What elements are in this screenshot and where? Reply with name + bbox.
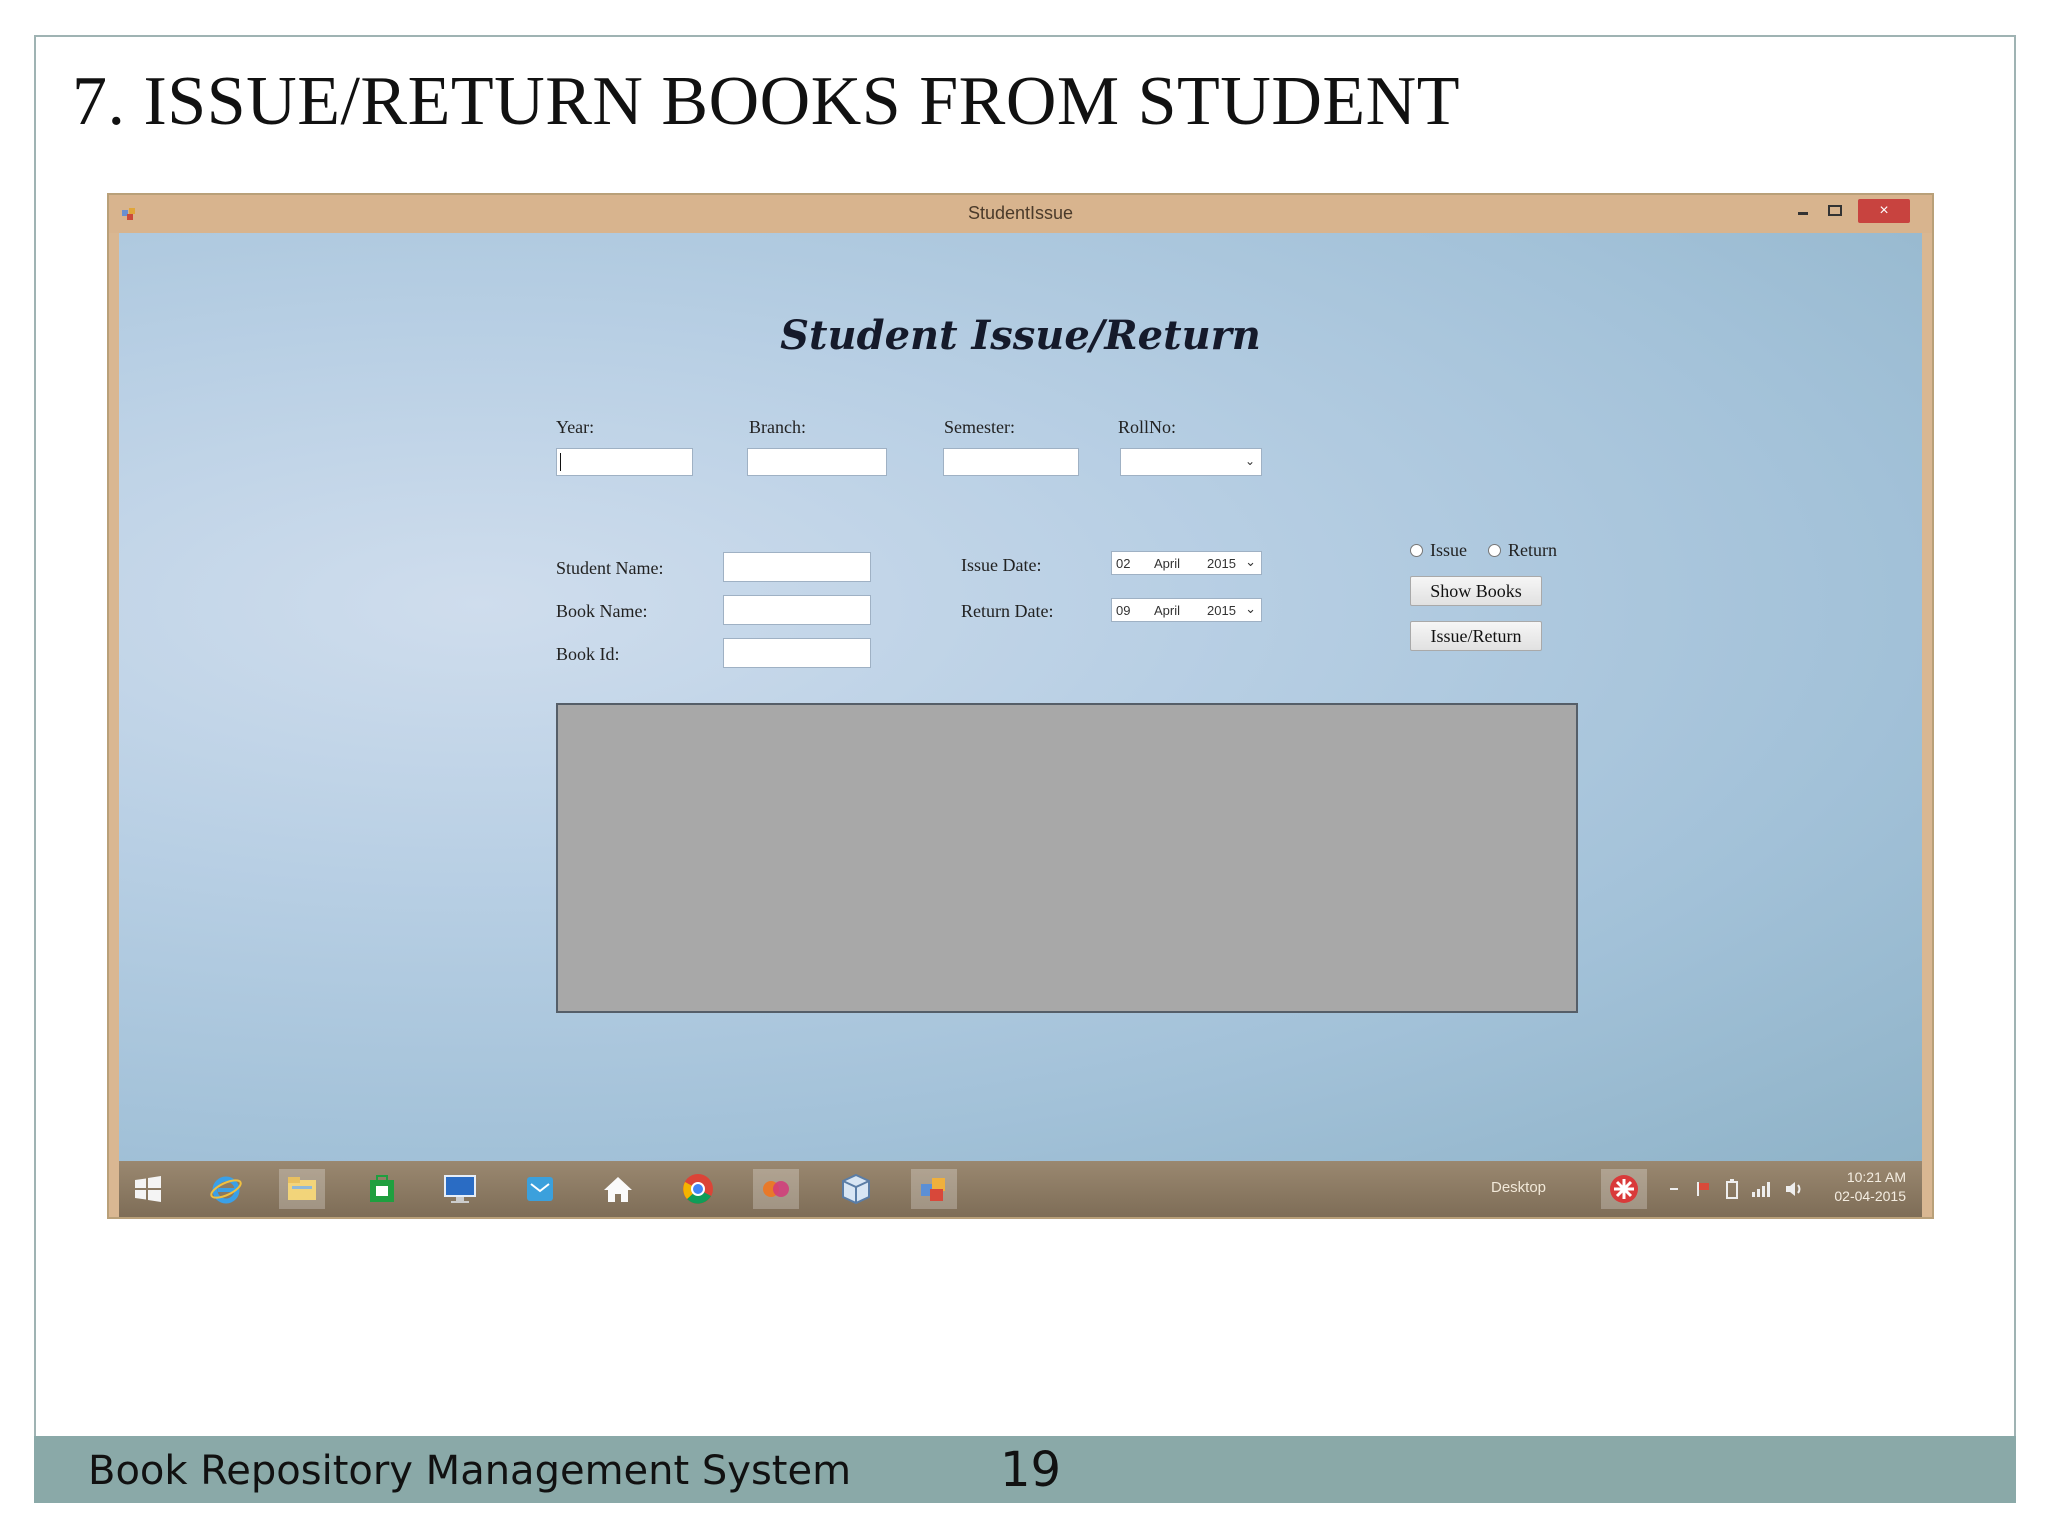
issue-date-month: April	[1154, 556, 1181, 571]
year-input[interactable]	[556, 448, 693, 476]
slide-title: 7. ISSUE/RETURN BOOKS FROM STUDENT	[72, 63, 1460, 140]
form-app-icon[interactable]	[911, 1169, 957, 1209]
branch-label: Branch:	[749, 417, 806, 437]
issue-date-label: Issue Date:	[961, 555, 1042, 575]
return-radio-label: Return	[1508, 540, 1557, 560]
chevron-down-icon: ⌄	[1244, 454, 1255, 468]
form-heading: Student Issue/Return	[780, 312, 1261, 359]
app-screenshot: StudentIssue × Student Issue/Return Year…	[107, 193, 1934, 1219]
show-hidden-icons-icon[interactable]	[1661, 1169, 1687, 1209]
semester-label: Semester:	[944, 417, 1015, 437]
return-date-day: 09	[1116, 603, 1131, 618]
issue-date-day: 02	[1116, 556, 1131, 571]
text-caret	[560, 453, 561, 471]
return-date-month: April	[1154, 603, 1181, 618]
network-icon[interactable]	[1747, 1169, 1777, 1209]
issue-date-year: 2015	[1207, 556, 1236, 571]
student-name-label: Student Name:	[556, 558, 664, 578]
file-explorer-icon[interactable]	[279, 1169, 325, 1209]
taskbar: Desktop 10:21 AM 02-04-2015	[119, 1161, 1922, 1217]
form-client-area: Student Issue/Return Year: Branch: Semes…	[119, 233, 1922, 1161]
window-titlebar[interactable]: StudentIssue ×	[109, 195, 1932, 233]
branch-input[interactable]	[747, 448, 887, 476]
internet-explorer-icon[interactable]	[203, 1169, 249, 1209]
return-date-picker[interactable]: 09 April 2015 ⌄	[1111, 598, 1262, 622]
rollno-label: RollNo:	[1118, 417, 1177, 437]
media-icon[interactable]	[753, 1169, 799, 1209]
window-title: StudentIssue	[967, 203, 1074, 223]
action-center-flag-icon[interactable]	[1691, 1169, 1717, 1209]
student-name-input[interactable]	[723, 552, 871, 582]
store-icon[interactable]	[359, 1169, 405, 1209]
home-icon[interactable]	[595, 1169, 641, 1209]
battery-icon	[1719, 1169, 1745, 1209]
chevron-down-icon: ⌄	[1245, 601, 1256, 616]
close-button[interactable]: ×	[1858, 199, 1910, 223]
slide-footer: Book Repository Management System 19	[34, 1436, 2016, 1503]
mail-icon[interactable]	[517, 1169, 563, 1209]
tray-app-icon[interactable]	[1601, 1169, 1647, 1209]
book-id-input[interactable]	[723, 638, 871, 668]
return-date-label: Return Date:	[961, 601, 1054, 621]
desktop-toolbar-label[interactable]: Desktop	[1491, 1179, 1546, 1196]
issue-radio-label: Issue	[1430, 540, 1467, 560]
windows-start-icon[interactable]	[125, 1169, 171, 1209]
book-id-label: Book Id:	[556, 644, 620, 664]
cube-icon[interactable]	[833, 1169, 879, 1209]
page-number: 19	[1000, 1442, 1062, 1498]
clock-date[interactable]: 02-04-2015	[1834, 1188, 1906, 1204]
chevron-down-icon: ⌄	[1245, 554, 1256, 569]
chrome-icon[interactable]	[675, 1169, 721, 1209]
issue-radio[interactable]	[1410, 544, 1423, 557]
books-data-grid[interactable]	[556, 703, 1578, 1013]
show-books-button[interactable]: Show Books	[1410, 576, 1542, 606]
clock-time[interactable]: 10:21 AM	[1847, 1169, 1906, 1185]
book-name-label: Book Name:	[556, 601, 648, 621]
issue-date-picker[interactable]: 02 April 2015 ⌄	[1111, 551, 1262, 575]
issue-return-button[interactable]: Issue/Return	[1410, 621, 1542, 651]
footer-project-title: Book Repository Management System	[88, 1448, 852, 1494]
maximize-icon[interactable]	[1824, 201, 1846, 221]
monitor-icon[interactable]	[437, 1169, 483, 1209]
rollno-combobox[interactable]: ⌄	[1120, 448, 1262, 476]
book-name-input[interactable]	[723, 595, 871, 625]
minimize-icon[interactable]	[1792, 201, 1814, 221]
return-date-year: 2015	[1207, 603, 1236, 618]
volume-icon[interactable]	[1779, 1169, 1809, 1209]
year-label: Year:	[556, 417, 595, 437]
semester-input[interactable]	[943, 448, 1079, 476]
return-radio[interactable]	[1488, 544, 1501, 557]
